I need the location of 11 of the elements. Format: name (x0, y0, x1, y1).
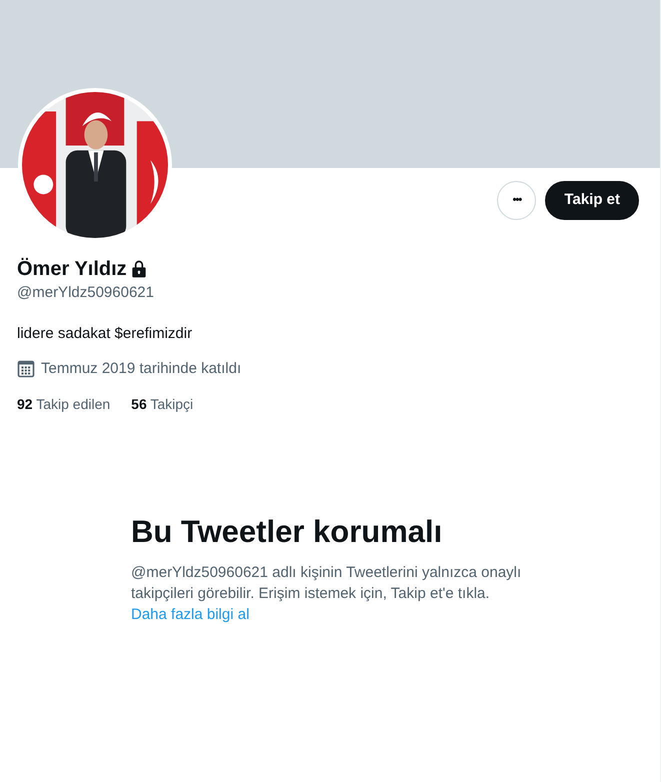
protected-title: Bu Tweetler korumalı (131, 514, 444, 550)
join-date: Temmuz 2019 tarihinde katıldı (41, 359, 242, 379)
follow-stat-link[interactable]: 56 Takipçi (131, 394, 194, 414)
follow-stat-link[interactable]: 92 Takip edilen (17, 394, 110, 414)
profile-bio: lidere sadakat $erefimizdir (17, 324, 194, 344)
follow-button[interactable]: Takip et (545, 181, 639, 220)
profile-name: Ömer Yıldız (17, 257, 127, 281)
calendar-icon (17, 360, 35, 378)
more-button[interactable]: ••• (497, 181, 536, 220)
protected-message: @merYldz50960621 adlı kişinin Tweetlerini yalnızca onaylı takipçileri görebilir. Erişim istemek için, Takip et'e tıkla. Daha fazla bilgi al (131, 563, 522, 625)
profile-handle: @merYldz50960621 (17, 283, 155, 303)
